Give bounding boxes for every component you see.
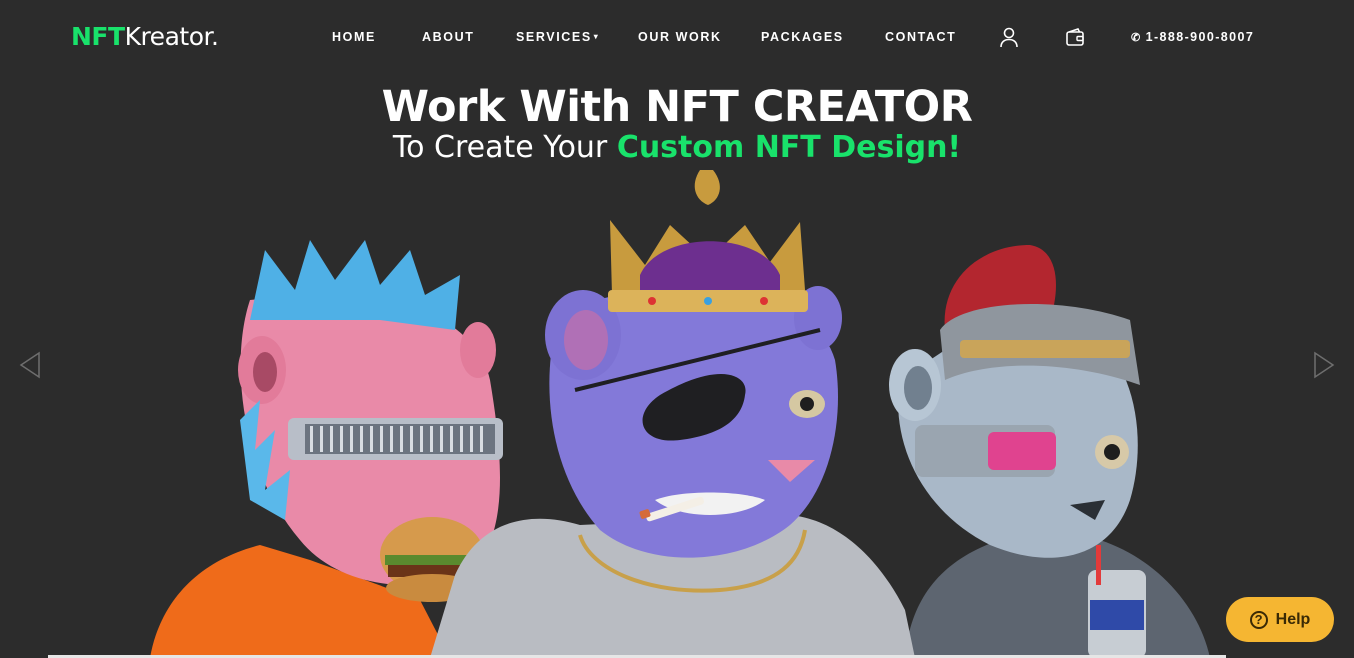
help-button[interactable]: ? Help <box>1226 597 1334 642</box>
hero-title: Work With NFT CREATOR <box>381 82 973 132</box>
slider-prev-button[interactable] <box>18 350 42 380</box>
hero-subtitle-prefix: To Create Your <box>392 130 617 165</box>
silver-lion-character <box>889 245 1210 658</box>
hero-subtitle: To Create Your Custom NFT Design! <box>0 130 1354 165</box>
hero-subtitle-highlight: Custom NFT Design! <box>616 130 962 165</box>
purple-puma-character <box>430 170 915 658</box>
help-label: Help <box>1275 610 1311 628</box>
hero-heading: Work With NFT CREATOR To Create Your Cus… <box>0 82 1354 165</box>
question-circle-icon: ? <box>1249 610 1268 629</box>
chevron-right-icon <box>1314 351 1335 379</box>
chevron-left-icon <box>19 351 40 379</box>
slider-next-button[interactable] <box>1312 350 1336 380</box>
